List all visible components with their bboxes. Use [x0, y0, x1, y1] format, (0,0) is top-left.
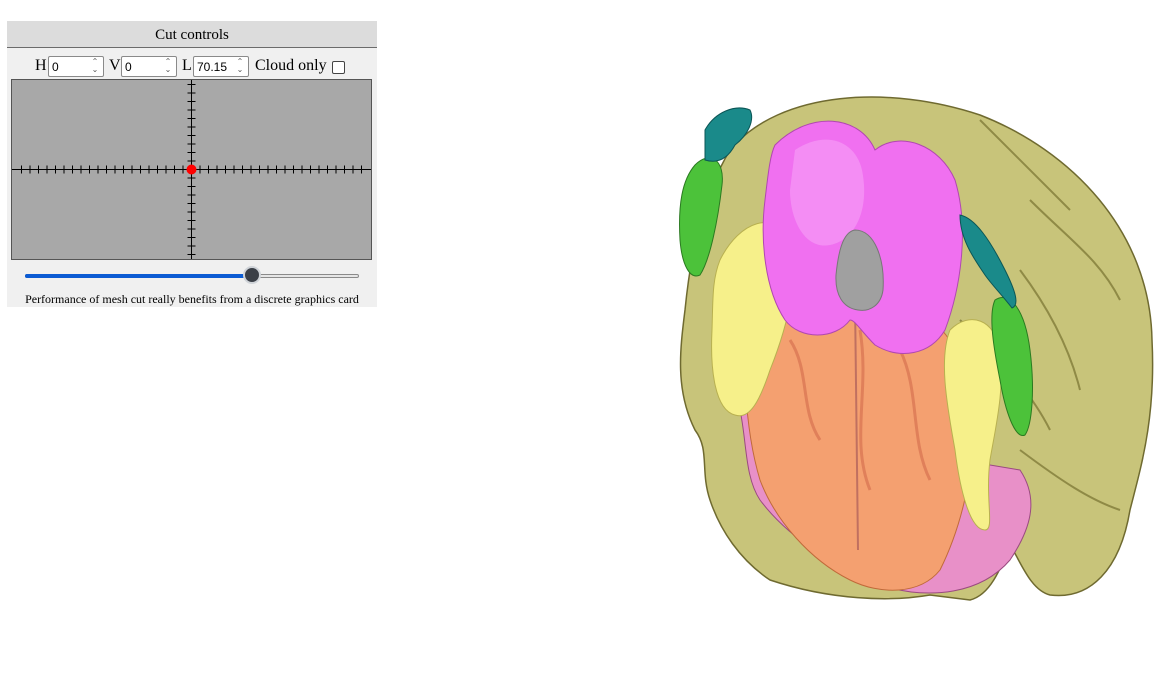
cut-controls-panel: Cut controls H 0 ⌃ ⌄ V 0 ⌃ ⌄ L 70.15 ⌃ ⌄ Cl… — [7, 21, 377, 307]
slider-thumb[interactable] — [243, 266, 262, 284]
l-label: L — [182, 57, 192, 74]
pad-crosshair — [12, 80, 371, 259]
l-input[interactable]: 70.15 ⌃ ⌄ — [193, 56, 249, 77]
h-spinner-icon[interactable]: ⌃ ⌄ — [90, 58, 100, 75]
magenta-lobe-highlight — [790, 139, 865, 246]
cloud-only-label: Cloud only — [255, 57, 327, 74]
cut-params-row: H 0 ⌃ ⌄ V 0 ⌃ ⌄ L 70.15 ⌃ ⌄ Cloud only — [7, 54, 377, 78]
cut-depth-slider[interactable] — [25, 266, 359, 286]
l-value: 70.15 — [197, 60, 228, 74]
performance-note: Performance of mesh cut really benefits … — [25, 292, 359, 306]
h-value: 0 — [52, 60, 59, 74]
pad-cursor-dot[interactable] — [186, 164, 197, 175]
v-input[interactable]: 0 ⌃ ⌄ — [121, 56, 177, 77]
l-spinner-icon[interactable]: ⌃ ⌄ — [235, 58, 245, 75]
v-label: V — [109, 57, 121, 74]
cloud-only-checkbox[interactable] — [332, 61, 345, 74]
brain-mesh-viewport[interactable] — [600, 90, 1160, 610]
panel-title: Cut controls — [7, 21, 377, 48]
cut-position-pad[interactable] — [11, 79, 372, 260]
v-value: 0 — [125, 60, 132, 74]
v-spinner-icon[interactable]: ⌃ ⌄ — [163, 58, 173, 75]
h-input[interactable]: 0 ⌃ ⌄ — [48, 56, 104, 77]
h-label: H — [35, 57, 47, 74]
slider-fill — [25, 274, 253, 278]
